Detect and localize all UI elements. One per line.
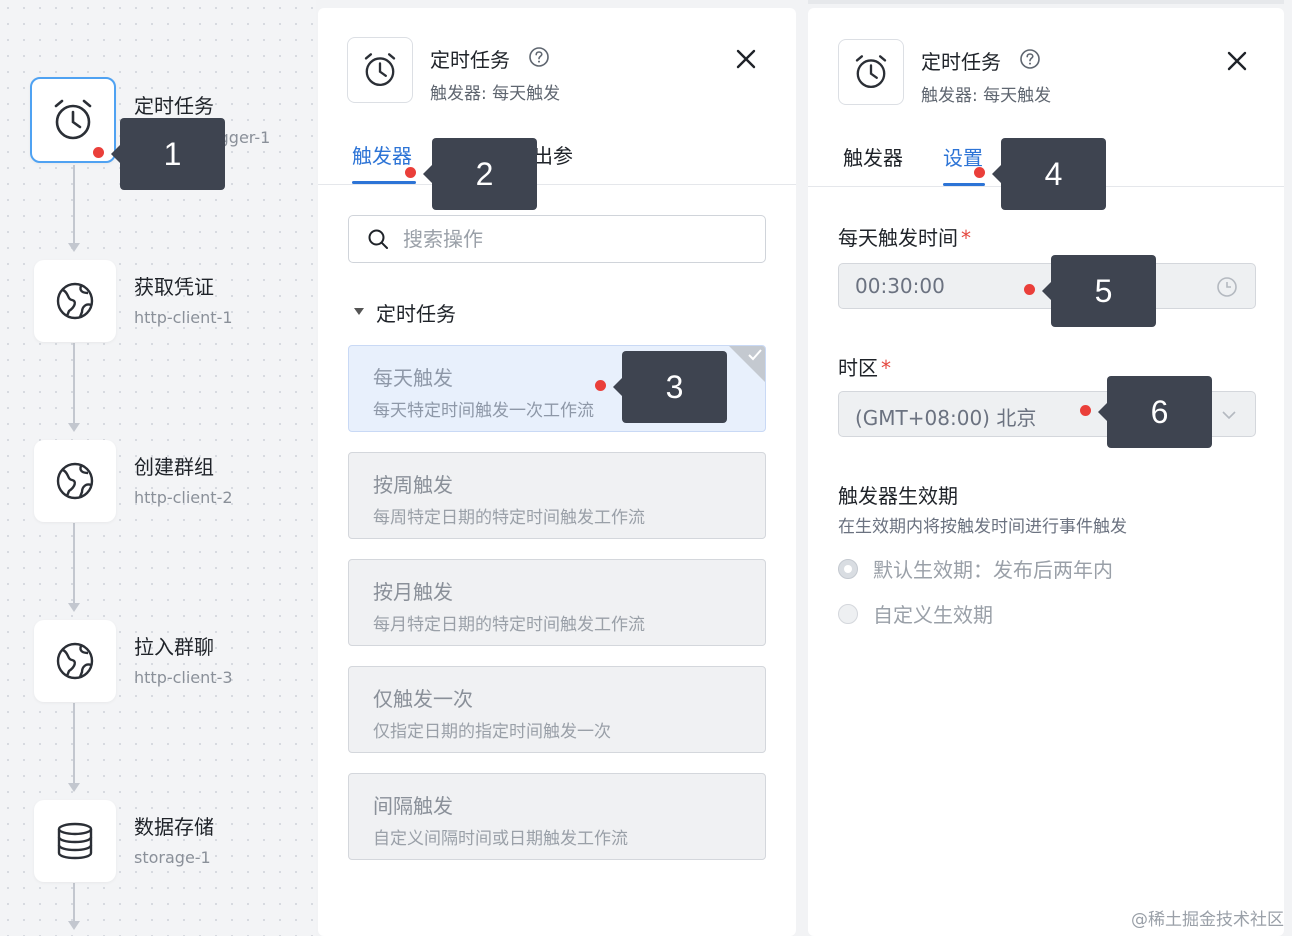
- search-input[interactable]: [401, 224, 745, 254]
- alarm-clock-icon: [364, 53, 396, 87]
- node-http-client-2[interactable]: [34, 440, 116, 522]
- annotation-callout-5: 5: [1042, 255, 1156, 327]
- panel-node-icon: [347, 37, 413, 103]
- group-header[interactable]: 定时任务: [376, 298, 456, 327]
- option-title: 按周触发: [373, 473, 453, 497]
- trigger-option-interval[interactable]: 间隔触发 自定义间隔时间或日期触发工作流: [348, 773, 766, 860]
- validity-label: 触发器生效期: [838, 484, 958, 508]
- node-title: 创建群组: [134, 455, 214, 479]
- help-icon[interactable]: [1019, 48, 1041, 70]
- annotation-callout-3: 3: [613, 351, 727, 423]
- edge-arrow: [68, 243, 80, 252]
- edge-arrow: [68, 921, 80, 930]
- annotation-dot: [1080, 405, 1091, 416]
- required-mark: *: [881, 356, 891, 380]
- annotation-callout-1: 1: [111, 118, 225, 190]
- annotation-dot: [974, 167, 985, 178]
- edge-arrow: [68, 783, 80, 792]
- radio-label: 默认生效期：发布后两年内: [873, 558, 1113, 582]
- annotation-callout-4: 4: [992, 138, 1106, 210]
- help-icon[interactable]: [528, 46, 550, 68]
- clock-icon: [1217, 277, 1237, 297]
- edge: [73, 883, 75, 923]
- globe-icon: [56, 282, 94, 320]
- trigger-option-weekly[interactable]: 按周触发 每周特定日期的特定时间触发工作流: [348, 452, 766, 539]
- node-title: 数据存储: [134, 815, 214, 839]
- annotation-dot: [405, 167, 416, 178]
- panel-subtitle: 触发器: 每天触发: [921, 86, 1052, 106]
- option-description: 自定义间隔时间或日期触发工作流: [373, 829, 628, 849]
- option-title: 间隔触发: [373, 794, 453, 818]
- radio-custom-validity[interactable]: 自定义生效期: [838, 599, 993, 628]
- panel-node-icon: [838, 39, 904, 105]
- node-subtitle: storage-1: [134, 848, 211, 867]
- radio-default-validity[interactable]: 默认生效期：发布后两年内: [838, 554, 1113, 583]
- annotation-dot: [595, 380, 606, 391]
- close-icon[interactable]: [1226, 50, 1248, 72]
- option-title: 每天触发: [373, 366, 453, 390]
- timezone-value: (GMT+08:00) 北京: [855, 406, 1037, 430]
- tabs-divider: [318, 184, 796, 185]
- watermark: @稀土掘金技术社区: [1131, 910, 1284, 930]
- check-icon: [748, 349, 762, 361]
- annotation-callout-6: 6: [1098, 376, 1212, 448]
- annotation-callout-2: 2: [423, 138, 537, 210]
- tab-trigger[interactable]: 触发器: [843, 142, 903, 171]
- required-mark: *: [961, 226, 971, 250]
- radio-label: 自定义生效期: [873, 603, 993, 627]
- panel-top-strip: [808, 0, 1284, 4]
- option-description: 每月特定日期的特定时间触发工作流: [373, 615, 645, 635]
- annotation-dot: [1024, 284, 1035, 295]
- node-subtitle: http-client-1: [134, 308, 233, 327]
- tab-output[interactable]: 出参: [533, 140, 573, 169]
- radio-button[interactable]: [838, 603, 858, 624]
- close-icon[interactable]: [735, 48, 757, 70]
- panel-title: 定时任务: [921, 50, 1001, 74]
- trigger-option-monthly[interactable]: 按月触发 每月特定日期的特定时间触发工作流: [348, 559, 766, 646]
- option-description: 仅指定日期的指定时间触发一次: [373, 722, 611, 742]
- edge-arrow: [68, 603, 80, 612]
- node-storage[interactable]: [34, 800, 116, 882]
- node-subtitle: http-client-3: [134, 668, 233, 687]
- search-icon: [368, 229, 388, 249]
- node-subtitle: http-client-2: [134, 488, 233, 507]
- database-icon: [57, 822, 93, 860]
- node-http-client-1[interactable]: [34, 260, 116, 342]
- daily-time-label: 每天触发时间 *: [838, 222, 971, 251]
- panel-title: 定时任务: [430, 48, 510, 72]
- time-value: 00:30:00: [855, 274, 945, 298]
- panel-subtitle: 触发器: 每天触发: [430, 84, 561, 104]
- edge-arrow: [68, 423, 80, 432]
- node-title: 获取凭证: [134, 275, 214, 299]
- node-http-client-3[interactable]: [34, 620, 116, 702]
- edge: [73, 165, 75, 243]
- chevron-down-icon: [1222, 411, 1236, 420]
- globe-icon: [56, 462, 94, 500]
- option-description: 每天特定时间触发一次工作流: [373, 401, 594, 421]
- alarm-clock-icon: [54, 99, 92, 140]
- timezone-label: 时区 *: [838, 352, 891, 381]
- tab-trigger[interactable]: 触发器: [352, 140, 412, 169]
- globe-icon: [56, 642, 94, 680]
- radio-button[interactable]: [838, 558, 858, 579]
- alarm-clock-icon: [855, 55, 887, 89]
- caret-down-icon[interactable]: [354, 308, 364, 315]
- annotation-dot: [93, 147, 104, 158]
- option-title: 按月触发: [373, 580, 453, 604]
- option-title: 仅触发一次: [373, 687, 473, 711]
- edge: [73, 343, 75, 423]
- node-title: 拉入群聊: [134, 635, 214, 659]
- edge: [73, 523, 75, 603]
- timezone-label-text: 时区: [838, 356, 878, 380]
- edge: [73, 703, 75, 783]
- trigger-option-once[interactable]: 仅触发一次 仅指定日期的指定时间触发一次: [348, 666, 766, 753]
- daily-time-label-text: 每天触发时间: [838, 226, 958, 250]
- node-title: 定时任务: [134, 94, 214, 118]
- search-box[interactable]: [348, 215, 766, 263]
- option-description: 每周特定日期的特定时间触发工作流: [373, 508, 645, 528]
- trigger-config-panel: 定时任务 触发器: 每天触发 触发器 设置 出参 定时任务 每天触发 每天特定时…: [318, 8, 796, 936]
- validity-hint: 在生效期内将按触发时间进行事件触发: [838, 517, 1127, 537]
